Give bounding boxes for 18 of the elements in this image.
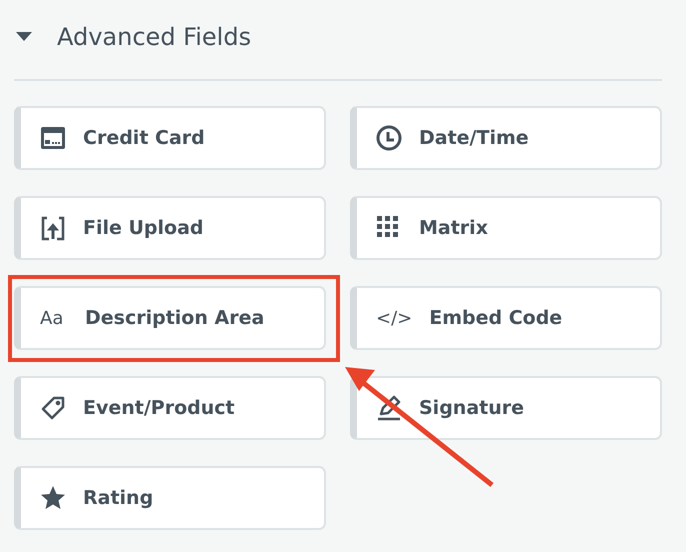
field-button[interactable]: Aa Description Area: [14, 286, 326, 350]
field-button[interactable]: File Upload: [14, 196, 326, 260]
field-button[interactable]: Event/Product: [14, 376, 326, 440]
section-header[interactable]: Advanced Fields: [14, 14, 672, 60]
field-button[interactable]: Signature: [350, 376, 662, 440]
field-icon: Aa: [40, 308, 68, 328]
field-icon: </>: [376, 308, 412, 328]
pen-icon: [376, 395, 402, 421]
field-button[interactable]: Rating: [14, 466, 326, 530]
tag-icon: [40, 395, 66, 421]
star-icon: [40, 485, 66, 511]
card-icon: [40, 125, 66, 151]
field-button[interactable]: Credit Card: [14, 106, 326, 170]
clock-icon: [376, 125, 402, 151]
field-button[interactable]: </> Embed Code: [350, 286, 662, 350]
field-button[interactable]: Matrix: [350, 196, 662, 260]
field-button[interactable]: Date/Time: [350, 106, 662, 170]
upload-icon: [40, 215, 66, 241]
